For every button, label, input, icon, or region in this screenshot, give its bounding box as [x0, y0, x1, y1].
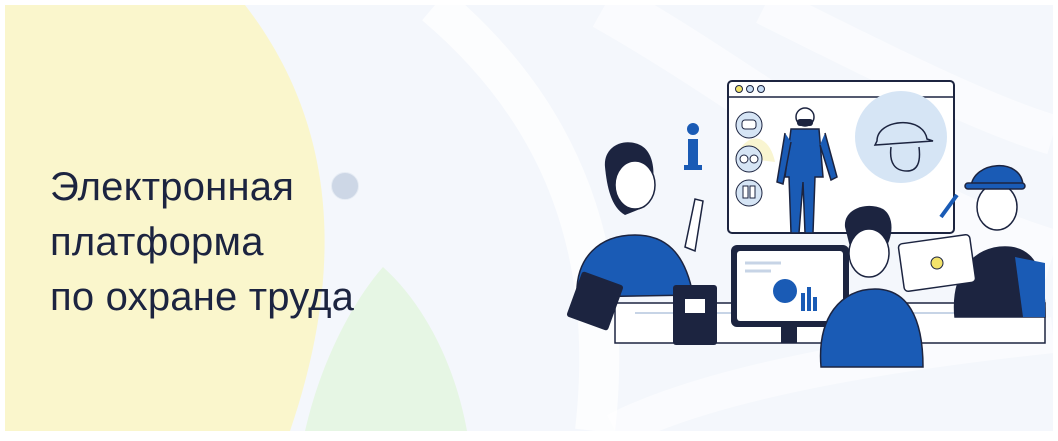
safety-platform-illustration [566, 80, 1046, 368]
info-icon [684, 123, 702, 170]
headline-line-2: платформа [50, 220, 264, 264]
hero-headline: Электронная платформа по охране труда [50, 160, 354, 325]
hero-banner: Электронная платформа по охране труда [5, 5, 1053, 431]
presentation-board [727, 80, 955, 234]
pie-chart-icon [773, 279, 797, 303]
boots-icon [735, 179, 763, 207]
decorative-dot [331, 172, 359, 200]
headline-line-3: по охране труда [50, 275, 355, 319]
headline-line-1: Электронная [50, 165, 295, 209]
binder [673, 285, 717, 345]
